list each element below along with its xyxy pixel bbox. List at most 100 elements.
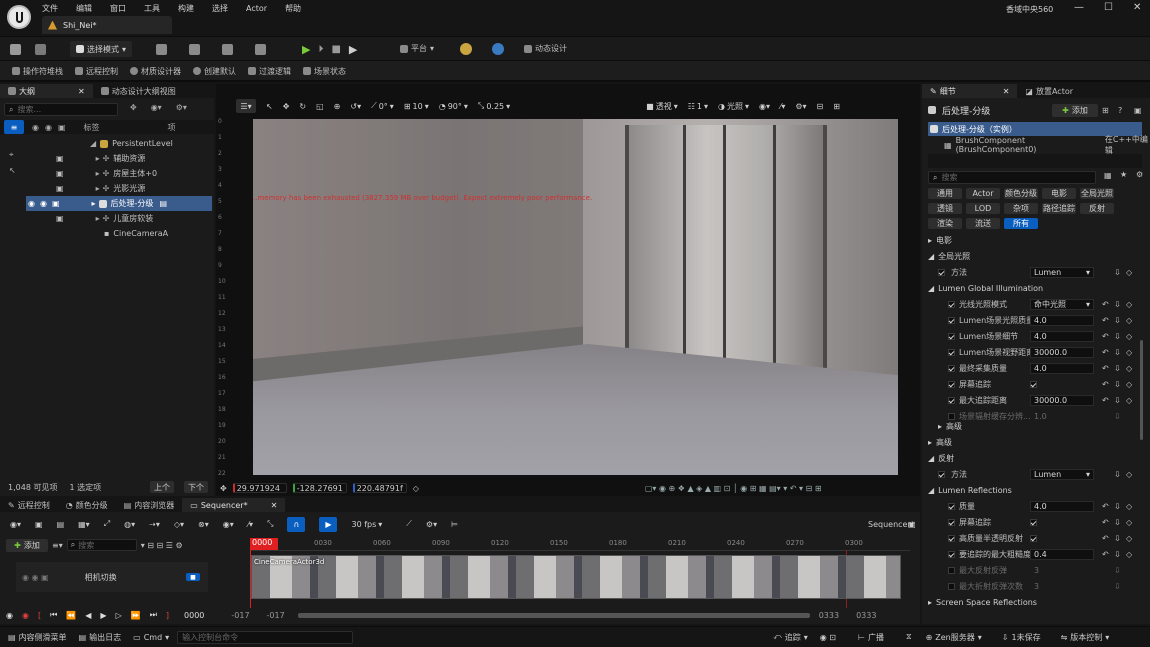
web-icon[interactable] [492,43,504,55]
view-icon[interactable]: ◉▾ [223,520,234,529]
edit-cpp-link[interactable]: 在C++中编辑 [1105,134,1150,156]
close-window-button[interactable]: ✕ [1133,2,1141,13]
snap-options-button[interactable]: ▶ [319,516,338,532]
browse-icon[interactable] [35,43,46,55]
filter-icon[interactable]: ≡▾ [52,541,63,550]
property-value[interactable]: 4.0 [1030,314,1094,326]
tab-content-browser[interactable]: ▤ 内容浏览器 [116,498,183,512]
override-checkbox[interactable] [948,534,955,542]
property-checkbox[interactable] [1030,380,1037,388]
add-actor-icon[interactable] [156,43,167,55]
platform-button[interactable]: 平台 ▾ [400,37,434,60]
range-start-2[interactable]: -017 [267,611,285,620]
property-value[interactable]: 4.0 [1030,500,1094,512]
camera-clip[interactable]: CineCameraActor3d [251,555,901,599]
viewport-settings-icon[interactable]: ⚙▾ [795,102,806,111]
camera-cut-button[interactable]: ■ [186,573,200,581]
world-icon[interactable]: ⊕ [334,102,341,111]
help-icon[interactable]: ? [1118,106,1122,115]
camera-speed-button[interactable]: ☷ 1 ▾ [688,102,708,111]
category-lumen-reflections[interactable]: ◢ Lumen Reflections [922,482,1134,498]
reset-icon[interactable]: ⇩ [1114,268,1121,277]
lock-icon[interactable]: ▣ [56,214,64,223]
output-log-button[interactable]: ▤ 输出日志 [79,627,122,647]
visibility-icon[interactable]: ◉▾ [151,103,162,112]
override-checkbox[interactable] [948,332,955,340]
content-drawer-button[interactable]: ▤ 内容侧滑菜单 [8,627,67,647]
keyframe-icon[interactable]: ◇ [1126,348,1132,357]
track-row[interactable]: ◉ ◉ ▣ 相机切换 ■ [16,562,208,592]
remote-control-button[interactable]: 远程控制 [75,61,118,81]
tab-place-actors[interactable]: ◪ 放置Actor [1017,84,1081,98]
property-value[interactable]: 4.0 [1030,330,1094,342]
keyframe-icon[interactable]: ◇ [1126,364,1132,373]
close-icon[interactable]: ✕ [78,87,85,96]
rotate-snap-button[interactable]: ◔ 90° ▾ [439,102,468,111]
layout-icon[interactable]: ⊟ [817,102,824,111]
filter-chip[interactable]: 所有 [1004,218,1038,229]
reset-to-default-icon[interactable]: ⇩ [1114,502,1121,511]
view-mode-button[interactable]: ■ 透视 ▾ [646,101,678,112]
eye-icon[interactable]: ◉ [40,199,47,208]
reset-to-default-icon[interactable]: ⇩ [1114,380,1121,389]
save-icon[interactable]: ▣ [35,520,43,529]
override-checkbox[interactable] [948,518,955,526]
minimize-button[interactable]: — [1074,2,1084,13]
menu-build[interactable]: 构建 [178,3,194,14]
property-value[interactable]: 3 [1030,581,1094,592]
category-lumen-gi[interactable]: ◢ Lumen Global Illumination [922,280,1134,296]
document-tab[interactable]: Shi_Nei* [42,16,172,34]
lock-icon[interactable]: ▣ [56,184,64,193]
gi-method-select[interactable]: Lumen ▾ [1030,266,1094,278]
coord-z[interactable]: 220.48791f [352,483,407,493]
source-control-icon[interactable] [460,43,472,55]
override-checkbox[interactable] [948,550,955,558]
range-start-icon[interactable]: [ [38,611,41,620]
category-film[interactable]: ▸ 电影 [922,232,1134,248]
category-advanced2[interactable]: ▸ 高级 [922,434,1134,450]
category-advanced[interactable]: ▸ 高级 [922,418,1134,434]
keyframe-icon[interactable]: ◇▾ [174,520,184,529]
realtime-icon[interactable]: ⁄▾ [780,102,785,111]
selection-icon[interactable]: ⤡ [267,519,273,529]
settings-icon[interactable]: ⚙ [1136,170,1143,179]
reset-to-default-icon[interactable]: ⇩ [1114,300,1121,309]
filter-chip[interactable]: 全局光照 [1080,188,1114,199]
menu-actor[interactable]: Actor [246,4,267,13]
select-tool-icon[interactable]: ⌖ [9,150,14,160]
range-end-2[interactable]: 0333 [856,611,876,620]
fps-button[interactable]: 30 fps ▾ [351,520,382,529]
outliner-search[interactable]: ⌕ 搜索... [4,103,118,116]
viewport-options-button[interactable]: ☰▾ [236,99,256,113]
timeline-scrollbar[interactable] [297,612,810,618]
content-icon[interactable] [255,43,266,55]
details-search[interactable]: ⌕ 搜索 [928,171,1096,184]
settings-icon[interactable]: ⚙▾ [176,103,187,112]
transition-logic-button[interactable]: 过渡逻辑 [248,61,291,81]
override-checkbox[interactable] [938,470,945,478]
unsaved-button[interactable]: ⇩ 1未保存 [1002,627,1041,647]
console-input[interactable]: 输入控制台命令 [177,630,354,644]
jump-start-icon[interactable]: ⏮ [50,610,57,620]
details-scrollbar[interactable] [1140,340,1143,440]
override-checkbox[interactable] [948,396,955,404]
coord-x[interactable]: 29.971924 [232,483,287,493]
menu-help[interactable]: 帮助 [285,3,301,14]
keyframe-icon[interactable]: ◇ [1126,316,1132,325]
render-icon[interactable]: ▤ [57,520,65,529]
keyframe-icon[interactable]: ◇ [1126,470,1132,479]
reset-icon[interactable]: ↶ [1102,332,1109,341]
version-control-button[interactable]: ⇋ 版本控制 ▾ [1061,627,1110,647]
lighting-button[interactable]: ◑ 光照 ▾ [718,101,749,112]
create-default-button[interactable]: 创建默认 [193,61,236,81]
hierarchy-icon[interactable]: ⊨ [451,520,458,529]
derived-data-icon[interactable]: ⧖ [906,632,912,642]
filter-chip[interactable]: 颜色分级 [1004,188,1038,199]
menu-edit[interactable]: 编辑 [76,3,92,14]
reset-icon[interactable]: ↶ [1102,300,1109,309]
range-end-icon[interactable]: ] [166,611,169,620]
prev-frame-icon[interactable]: ◀ [85,611,91,620]
keyframe-icon[interactable]: ◇ [1126,518,1132,527]
list-item[interactable]: ▣ ▸ ✢ 儿童房软装 [26,211,212,226]
maximize-button[interactable]: ☐ [1104,2,1113,13]
